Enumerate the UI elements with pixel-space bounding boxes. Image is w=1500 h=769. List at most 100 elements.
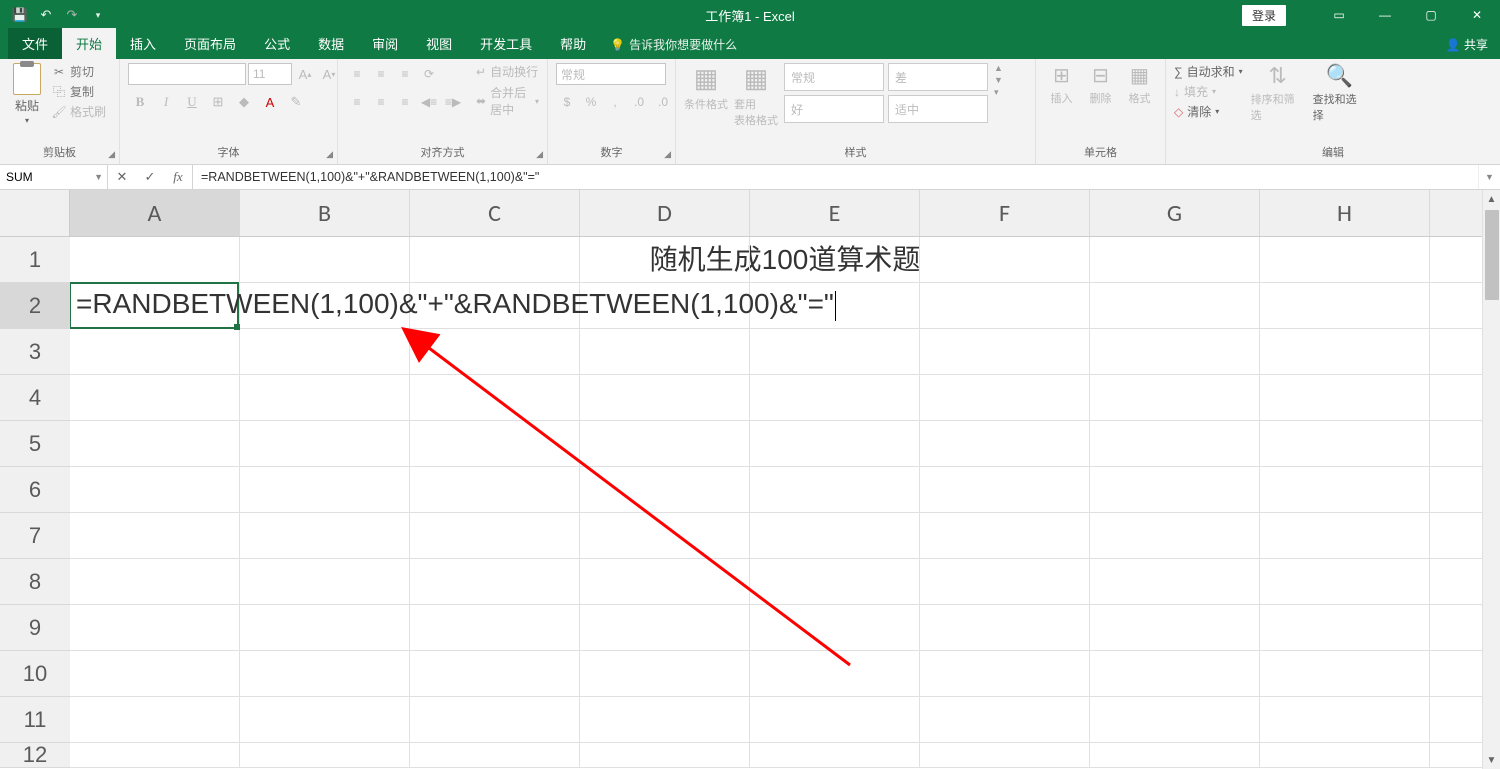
formula-input[interactable]: =RANDBETWEEN(1,100)&"+"&RANDBETWEEN(1,10… xyxy=(193,165,1478,189)
cell-F1[interactable] xyxy=(920,237,1090,282)
styles-scroll-down-icon[interactable]: ▼ xyxy=(994,75,1003,85)
delete-cells-button[interactable]: ⊟删除 xyxy=(1083,63,1118,106)
cut-button[interactable]: ✂剪切 xyxy=(52,63,106,80)
align-top-button[interactable]: ≡ xyxy=(346,63,368,85)
cell-D1[interactable] xyxy=(580,237,750,282)
border-button[interactable]: ⊞ xyxy=(206,91,230,113)
indent-decrease-button[interactable]: ◀≡ xyxy=(418,91,440,113)
cell-B1[interactable] xyxy=(240,237,410,282)
select-all-corner[interactable] xyxy=(0,190,70,237)
currency-button[interactable]: $ xyxy=(556,91,578,113)
tell-me-input[interactable]: 💡 告诉我你想要做什么 xyxy=(600,30,747,59)
insert-function-button[interactable]: fx xyxy=(164,169,192,185)
ribbon-options-button[interactable]: ▭ xyxy=(1316,0,1362,30)
align-middle-button[interactable]: ≡ xyxy=(370,63,392,85)
save-button[interactable]: 💾 xyxy=(10,5,30,25)
style-neutral[interactable]: 适中 xyxy=(888,95,988,123)
scroll-up-button[interactable]: ▲ xyxy=(1483,190,1500,208)
cell-A2[interactable]: =RANDBETWEEN(1,100)&"+"&RANDBETWEEN(1,10… xyxy=(70,283,240,328)
styles-more-icon[interactable]: ▾ xyxy=(994,87,1003,98)
chevron-down-icon[interactable]: ▼ xyxy=(94,172,103,182)
row-header-11[interactable]: 11 xyxy=(0,697,70,743)
row-header-2[interactable]: 2 xyxy=(0,283,70,329)
dialog-launcher-icon[interactable]: ◢ xyxy=(536,149,543,160)
name-box[interactable]: SUM ▼ xyxy=(0,165,108,189)
row-header-10[interactable]: 10 xyxy=(0,651,70,697)
tab-dev[interactable]: 开发工具 xyxy=(466,28,546,59)
enter-formula-button[interactable]: ✓ xyxy=(136,169,164,185)
col-header-E[interactable]: E xyxy=(750,190,920,236)
clear-button[interactable]: ◇清除 ▾ xyxy=(1174,103,1243,120)
style-good[interactable]: 好 xyxy=(784,95,884,123)
fill-button[interactable]: ↓填充 ▾ xyxy=(1174,83,1243,100)
paste-button[interactable]: 粘贴 ▾ xyxy=(8,63,46,125)
format-cells-button[interactable]: ▦格式 xyxy=(1122,63,1157,106)
orientation-button[interactable]: ⟳ xyxy=(418,63,440,85)
increase-decimal-button[interactable]: .0 xyxy=(628,91,650,113)
scroll-down-button[interactable]: ▼ xyxy=(1483,751,1500,769)
conditional-format-button[interactable]: ▦条件格式 xyxy=(684,63,728,112)
sort-filter-button[interactable]: ⇅排序和筛选 xyxy=(1251,63,1305,123)
autosum-button[interactable]: ∑自动求和 ▾ xyxy=(1174,63,1243,80)
col-header-D[interactable]: D xyxy=(580,190,750,236)
col-header-G[interactable]: G xyxy=(1090,190,1260,236)
row-header-4[interactable]: 4 xyxy=(0,375,70,421)
font-name-combo[interactable] xyxy=(128,63,246,85)
underline-button[interactable]: U xyxy=(180,91,204,113)
wrap-text-button[interactable]: ↵自动换行 xyxy=(476,63,539,80)
col-header-F[interactable]: F xyxy=(920,190,1090,236)
number-format-combo[interactable]: 常规 xyxy=(556,63,666,85)
style-bad[interactable]: 差 xyxy=(888,63,988,91)
tab-layout[interactable]: 页面布局 xyxy=(170,28,250,59)
tab-help[interactable]: 帮助 xyxy=(546,28,600,59)
tab-view[interactable]: 视图 xyxy=(412,28,466,59)
scroll-thumb[interactable] xyxy=(1485,210,1499,300)
share-button[interactable]: 👤 共享 xyxy=(1446,36,1488,53)
merge-center-button[interactable]: ⬌合并后居中 ▾ xyxy=(476,84,539,118)
find-select-button[interactable]: 🔍查找和选择 xyxy=(1313,63,1367,123)
row-header-3[interactable]: 3 xyxy=(0,329,70,375)
login-button[interactable]: 登录 xyxy=(1242,5,1286,26)
row-header-5[interactable]: 5 xyxy=(0,421,70,467)
cancel-formula-button[interactable]: ✕ xyxy=(108,169,136,185)
cell-A1[interactable] xyxy=(70,237,240,282)
cell-C1[interactable] xyxy=(410,237,580,282)
align-left-button[interactable]: ≡ xyxy=(346,91,368,113)
maximize-button[interactable]: ▢ xyxy=(1408,0,1454,30)
italic-button[interactable]: I xyxy=(154,91,178,113)
row-header-9[interactable]: 9 xyxy=(0,605,70,651)
percent-button[interactable]: % xyxy=(580,91,602,113)
col-header-C[interactable]: C xyxy=(410,190,580,236)
font-size-combo[interactable]: 11 xyxy=(248,63,292,85)
tab-review[interactable]: 审阅 xyxy=(358,28,412,59)
tab-formulas[interactable]: 公式 xyxy=(250,28,304,59)
row-header-1[interactable]: 1 xyxy=(0,237,70,283)
align-center-button[interactable]: ≡ xyxy=(370,91,392,113)
shrink-font-button[interactable]: A▾ xyxy=(318,63,340,85)
style-normal[interactable]: 常规 xyxy=(784,63,884,91)
indent-increase-button[interactable]: ≡▶ xyxy=(442,91,464,113)
dialog-launcher-icon[interactable]: ◢ xyxy=(108,149,115,160)
col-header-H[interactable]: H xyxy=(1260,190,1430,236)
bold-button[interactable]: B xyxy=(128,91,152,113)
redo-button[interactable]: ↷ xyxy=(62,5,82,25)
grow-font-button[interactable]: A▴ xyxy=(294,63,316,85)
tab-home[interactable]: 开始 xyxy=(62,28,116,59)
format-as-table-button[interactable]: ▦套用 表格格式 xyxy=(734,63,778,128)
cell-G2[interactable] xyxy=(1090,283,1260,328)
insert-cells-button[interactable]: ⊞插入 xyxy=(1044,63,1079,106)
row-header-8[interactable]: 8 xyxy=(0,559,70,605)
phonetic-button[interactable]: ✎ xyxy=(284,91,308,113)
undo-button[interactable]: ↶ xyxy=(36,5,56,25)
format-painter-button[interactable]: 🖌格式刷 xyxy=(52,103,106,120)
dialog-launcher-icon[interactable]: ◢ xyxy=(664,149,671,160)
comma-button[interactable]: , xyxy=(604,91,626,113)
styles-scroll-up-icon[interactable]: ▲ xyxy=(994,63,1003,73)
cell-G1[interactable] xyxy=(1090,237,1260,282)
align-bottom-button[interactable]: ≡ xyxy=(394,63,416,85)
tab-insert[interactable]: 插入 xyxy=(116,28,170,59)
minimize-button[interactable]: — xyxy=(1362,0,1408,30)
expand-formula-bar-button[interactable]: ▼ xyxy=(1478,165,1500,189)
row-header-12[interactable]: 12 xyxy=(0,743,70,768)
font-color-button[interactable]: A xyxy=(258,91,282,113)
